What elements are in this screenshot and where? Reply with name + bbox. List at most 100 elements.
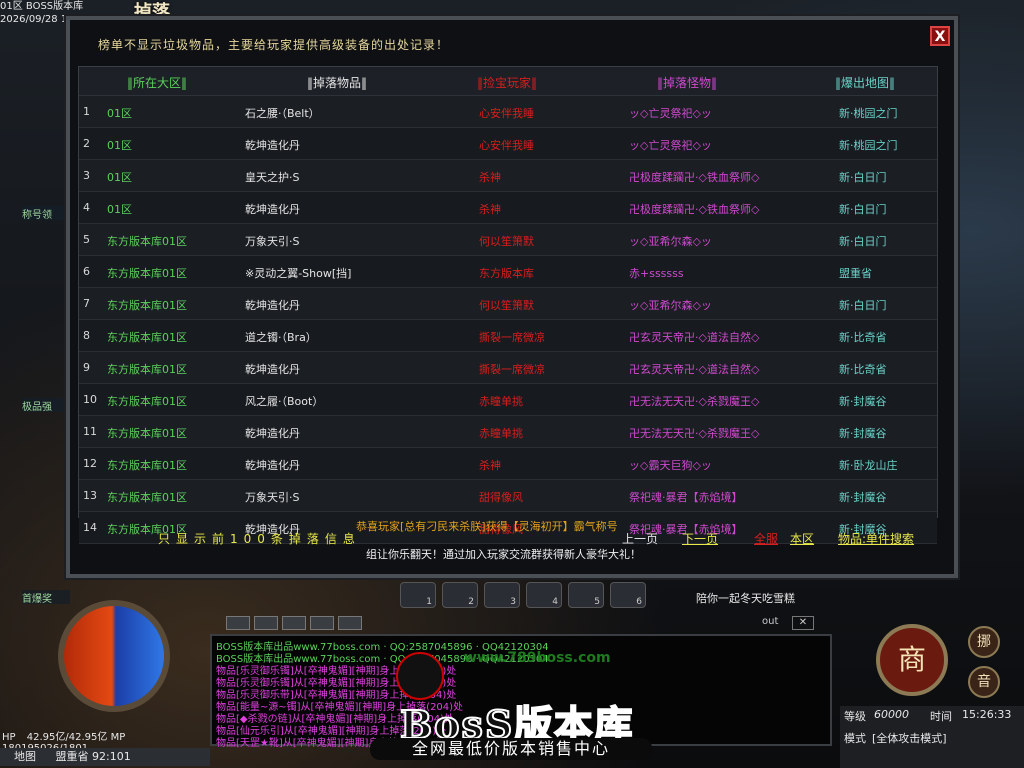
row-server: 01区	[107, 203, 132, 216]
row-player: 心安伴我睡	[479, 139, 534, 152]
drop-table: ‖所在大区‖ ‖掉落物品‖ ‖捡宝玩家‖ ‖掉落怪物‖ ‖爆出地图‖ 1 01区 石…	[78, 66, 938, 544]
row-number: 12	[83, 457, 97, 470]
row-item: 乾坤造化丹	[245, 139, 300, 152]
row-player: 心安伴我睡	[479, 107, 534, 120]
header-player: ‖捡宝玩家‖	[477, 76, 538, 90]
row-server: 东方版本库01区	[107, 395, 187, 408]
map-label: 地图	[14, 750, 36, 763]
chat-toolbar: out ✕	[226, 614, 826, 632]
row-map: 新·桃园之门	[839, 107, 898, 120]
row-item: 道之镯·（Bra）	[245, 331, 317, 344]
table-row[interactable]: 10 东方版本库01区 风之履·（Boot） 赤瞳单挑 卍无法无天卍·◇杀戮魔王◇ 新·封…	[79, 384, 937, 416]
chat-channel-icon[interactable]	[338, 616, 362, 630]
table-row[interactable]: 1 01区 石之腰·（Belt） 心安伴我睡 ッ◇亡灵祭祀◇ッ 新·桃园之门	[79, 96, 937, 128]
row-player: 何以笙箫默	[479, 235, 534, 248]
hp-value: 42.95亿/42.95亿	[26, 732, 108, 743]
table-row[interactable]: 2 01区 乾坤造化丹 心安伴我睡 ッ◇亡灵祭祀◇ッ 新·桃园之门	[79, 128, 937, 160]
row-number: 11	[83, 425, 97, 438]
side-tag-title[interactable]: 称号领	[22, 206, 70, 221]
side-tag-firstdrop[interactable]: 首爆奖	[22, 590, 70, 605]
row-map: 新·封魔谷	[839, 427, 887, 440]
row-monster: ッ◇亚希尔森◇ッ	[629, 299, 712, 312]
row-server: 01区	[107, 171, 132, 184]
row-player: 东方版本库	[479, 267, 534, 280]
map-value: 盟重省 92:101	[55, 750, 131, 763]
row-map: 新·白日门	[839, 235, 887, 248]
all-servers-button[interactable]: 全服	[754, 530, 778, 547]
row-server: 东方版本库01区	[107, 427, 187, 440]
mp-label: MP	[110, 732, 126, 743]
this-server-button[interactable]: 本区	[790, 530, 814, 547]
table-row[interactable]: 12 东方版本库01区 乾坤造化丹 杀神 ッ◇霸天巨狗◇ッ 新·卧龙山庄	[79, 448, 937, 480]
row-monster: 卍无法无天卍·◇杀戮魔王◇	[629, 427, 760, 440]
chat-close-icon[interactable]: ✕	[792, 616, 814, 630]
close-button[interactable]: X	[930, 26, 950, 46]
skill-slot-3[interactable]: 3	[484, 582, 520, 608]
skill-slot-6[interactable]: 6	[610, 582, 646, 608]
table-row[interactable]: 7 东方版本库01区 乾坤造化丹 何以笙箫默 ッ◇亚希尔森◇ッ 新·白日门	[79, 288, 937, 320]
header-server: ‖所在大区‖	[127, 76, 188, 90]
table-row[interactable]: 6 东方版本库01区 ※灵动之翼-Show[挡] 东方版本库 赤+ssssss 盟重省	[79, 256, 937, 288]
row-map: 新·比奇省	[839, 331, 887, 344]
skill-slot-2[interactable]: 2	[442, 582, 478, 608]
row-server: 东方版本库01区	[107, 363, 187, 376]
side-tag-gear[interactable]: 极品强	[22, 398, 70, 413]
table-row[interactable]: 3 01区 皇天之护·S 杀神 卍极度蹂躏卍·◇铁血祭师◇ 新·白日门	[79, 160, 937, 192]
trade-button[interactable]: 挪	[968, 626, 1000, 658]
row-item: ※灵动之翼-Show[挡]	[245, 267, 352, 280]
table-row[interactable]: 8 东方版本库01区 道之镯·（Bra） 撕裂一席微凉 卍玄灵天帝卍·◇道法自然◇ 新·比…	[79, 320, 937, 352]
row-item: 风之履·（Boot）	[245, 395, 324, 408]
level-label: 等级	[844, 710, 866, 723]
row-player: 何以笙箫默	[479, 299, 534, 312]
system-message-2: 组让你乐翻天！通过加入玩家交流群获得新人豪华大礼！	[366, 548, 641, 561]
row-monster: ッ◇亡灵祭祀◇ッ	[629, 107, 712, 120]
row-item: 乾坤造化丹	[245, 363, 300, 376]
team-notice: 陪你一起冬天吃雪糕	[696, 592, 795, 605]
row-number: 13	[83, 489, 97, 502]
row-monster: 祭祀魂·暴君【赤焰境】	[629, 491, 743, 504]
next-page-button[interactable]: 下一页	[682, 530, 718, 547]
row-monster: 卍无法无天卍·◇杀戮魔王◇	[629, 395, 760, 408]
chat-up-icon[interactable]	[226, 616, 250, 630]
level-value: 60000	[874, 708, 909, 721]
item-search-button[interactable]: 物品:单件搜索	[838, 530, 914, 547]
mode-label: 模式	[844, 732, 866, 745]
row-server: 01区	[107, 139, 132, 152]
row-map: 新·封魔谷	[839, 491, 887, 504]
prev-page-button[interactable]: 上一页	[622, 530, 658, 547]
table-row[interactable]: 11 东方版本库01区 乾坤造化丹 赤瞳单挑 卍无法无天卍·◇杀戮魔王◇ 新·封魔谷	[79, 416, 937, 448]
mode-value[interactable]: [全体攻击模式]	[872, 730, 947, 746]
row-number: 6	[83, 265, 90, 278]
row-item: 皇天之护·S	[245, 171, 300, 184]
row-monster: 卍玄灵天帝卍·◇道法自然◇	[629, 363, 760, 376]
skill-bar: 1 2 3 4 5 6	[400, 580, 662, 610]
skill-slot-1[interactable]: 1	[400, 582, 436, 608]
shop-button[interactable]: 商	[876, 624, 948, 696]
row-number: 2	[83, 137, 90, 150]
row-player: 甜得像风	[479, 491, 523, 504]
time-label: 时间	[930, 710, 952, 723]
table-header: ‖所在大区‖ ‖掉落物品‖ ‖捡宝玩家‖ ‖掉落怪物‖ ‖爆出地图‖	[79, 67, 937, 96]
chat-channel-icon[interactable]	[310, 616, 334, 630]
row-item: 万象天引·S	[245, 491, 300, 504]
header-map: ‖爆出地图‖	[835, 76, 896, 90]
table-row[interactable]: 13 东方版本库01区 万象天引·S 甜得像风 祭祀魂·暴君【赤焰境】 新·封魔谷	[79, 480, 937, 512]
table-row[interactable]: 5 东方版本库01区 万象天引·S 何以笙箫默 ッ◇亚希尔森◇ッ 新·白日门	[79, 224, 937, 256]
skill-slot-4[interactable]: 4	[526, 582, 562, 608]
hp-mp-readout: HP 42.95亿/42.95亿 MP 180195026/1801	[2, 728, 212, 754]
player-info-panel: 等级 60000 时间 15:26:33 模式 [全体攻击模式]	[840, 706, 1024, 768]
row-map: 新·卧龙山庄	[839, 459, 898, 472]
table-row[interactable]: 9 东方版本库01区 乾坤造化丹 撕裂一席微凉 卍玄灵天帝卍·◇道法自然◇ 新·比奇省	[79, 352, 937, 384]
sound-button[interactable]: 音	[968, 666, 1000, 698]
row-monster: 赤+ssssss	[629, 267, 684, 280]
panel-notice: 榜单不显示垃圾物品，主要给玩家提供高级装备的出处记录！	[98, 38, 450, 52]
chat-channel-icon[interactable]	[282, 616, 306, 630]
skull-icon	[396, 652, 444, 700]
chat-channel-icon[interactable]	[254, 616, 278, 630]
row-server: 东方版本库01区	[107, 299, 187, 312]
chat-out-tag[interactable]: out	[762, 616, 778, 627]
row-item: 乾坤造化丹	[245, 427, 300, 440]
row-player: 赤瞳单挑	[479, 427, 523, 440]
table-row[interactable]: 4 01区 乾坤造化丹 杀神 卍极度蹂躏卍·◇铁血祭师◇ 新·白日门	[79, 192, 937, 224]
skill-slot-5[interactable]: 5	[568, 582, 604, 608]
